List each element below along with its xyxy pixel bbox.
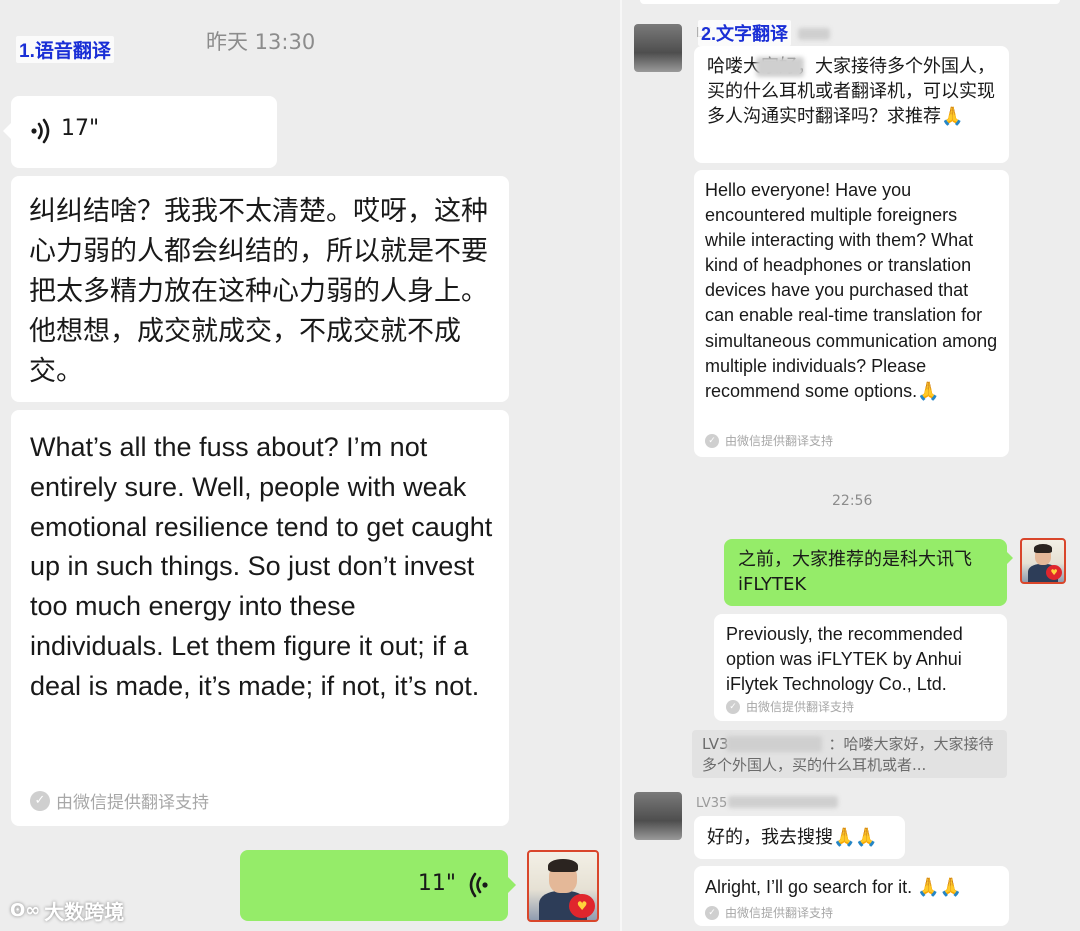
check-icon: ✓ xyxy=(705,433,719,448)
check-icon: ✓ xyxy=(30,790,50,811)
check-icon: ✓ xyxy=(726,699,740,714)
text-translation-panel: LV 2.文字翻译 哈喽大家好，大家接待多个外国人，买的什么耳机或者翻译机，可以… xyxy=(622,0,1080,931)
member-avatar[interactable] xyxy=(634,792,682,840)
translation-text: What’s all the fuss about? I’m not entir… xyxy=(30,432,493,701)
voice-duration: 11" xyxy=(417,871,456,896)
bubble-tail xyxy=(1007,552,1013,564)
heart-badge-icon: ♥ xyxy=(1046,564,1062,580)
previous-message-edge xyxy=(640,0,1060,4)
translation-text: Alright, I’ll go search for it. 🙏🙏 xyxy=(705,877,962,897)
watermark: ʘ∞ 大数跨境 xyxy=(10,896,124,925)
self-avatar[interactable]: ♥ xyxy=(527,850,599,922)
translation-source-note: ✓ 由微信提供翻译支持 xyxy=(705,904,833,921)
bubble-tail xyxy=(3,123,11,139)
translation-source-note: ✓ 由微信提供翻译支持 xyxy=(726,698,854,715)
sender-level: LV35 xyxy=(696,796,728,811)
quote-sender: LV3 xyxy=(702,735,729,753)
translation-source-note: ✓ 由微信提供翻译支持 xyxy=(705,432,833,449)
message-text: 之前，大家推荐的是科大讯飞iFLYTEK xyxy=(738,549,972,595)
translation-note-text: 由微信提供翻译支持 xyxy=(725,906,834,920)
translation-note-text: 由微信提供翻译支持 xyxy=(746,700,855,714)
incoming-text-message[interactable]: 好的，我去搜搜🙏🙏 xyxy=(694,816,905,859)
translation-note-text: 由微信提供翻译支持 xyxy=(56,793,209,813)
outgoing-voice-message[interactable]: 11" xyxy=(240,850,508,921)
watermark-text: 大数跨境 xyxy=(44,900,125,924)
voice-wave-icon xyxy=(29,118,53,144)
text-translation-bubble[interactable]: Hello everyone! Have you encountered mul… xyxy=(694,170,1009,457)
quoted-message[interactable]: LV3 ：哈喽大家好，大家接待多个外国人，买的什么耳机或者... xyxy=(692,730,1007,778)
redacted-text xyxy=(756,57,804,77)
sender-name-redacted xyxy=(728,796,838,808)
translation-text: Hello everyone! Have you encountered mul… xyxy=(705,180,998,401)
translation-source-note: ✓ 由微信提供翻译支持 xyxy=(30,788,209,813)
translation-text: Previously, the recommended option was i… xyxy=(726,624,963,694)
voice-transcript-bubble[interactable]: 纠纠结啥？我我不太清楚。哎呀，这种心力弱的人都会纠结的，所以就是不要把太多精力放… xyxy=(11,176,509,402)
timestamp: 昨天 13:30 xyxy=(206,30,316,54)
voice-wave-icon xyxy=(466,872,490,898)
voice-translation-bubble[interactable]: What’s all the fuss about? I’m not entir… xyxy=(11,410,509,826)
transcript-text: 纠纠结啥？我我不太清楚。哎呀，这种心力弱的人都会纠结的，所以就是不要把太多精力放… xyxy=(29,196,488,387)
text-translation-bubble[interactable]: Previously, the recommended option was i… xyxy=(714,614,1007,721)
outgoing-text-message[interactable]: 之前，大家推荐的是科大讯飞iFLYTEK xyxy=(724,539,1007,606)
redacted-text xyxy=(726,736,822,752)
bubble-tail xyxy=(508,877,516,893)
section-label-text: 2.文字翻译 xyxy=(698,20,792,46)
text-translation-bubble[interactable]: Alright, I’ll go search for it. 🙏🙏 ✓ 由微信… xyxy=(694,866,1009,926)
heart-badge-icon: ♥ xyxy=(569,893,595,918)
sender-name-redacted xyxy=(798,28,830,40)
timestamp: 22:56 xyxy=(832,493,873,509)
message-text: 好的，我去搜搜🙏🙏 xyxy=(707,827,878,848)
section-label-voice: 1.语音翻译 xyxy=(16,36,114,63)
voice-translation-panel: 1.语音翻译 昨天 13:30 17" 纠纠结啥？我我不太清楚。哎呀，这种心力弱… xyxy=(0,0,620,931)
member-avatar[interactable] xyxy=(634,24,682,72)
incoming-text-message[interactable]: 哈喽大家好，大家接待多个外国人，买的什么耳机或者翻译机，可以实现多人沟通实时翻译… xyxy=(694,46,1009,163)
incoming-voice-message[interactable]: 17" xyxy=(11,96,277,168)
translation-note-text: 由微信提供翻译支持 xyxy=(725,434,834,448)
self-avatar[interactable]: ♥ xyxy=(1020,538,1066,584)
watermark-logo-icon: ʘ∞ xyxy=(10,900,41,921)
voice-duration: 17" xyxy=(61,116,100,141)
check-icon: ✓ xyxy=(705,905,719,920)
message-text: 哈喽大家好，大家接待多个外国人，买的什么耳机或者翻译机，可以实现多人沟通实时翻译… xyxy=(707,56,995,127)
